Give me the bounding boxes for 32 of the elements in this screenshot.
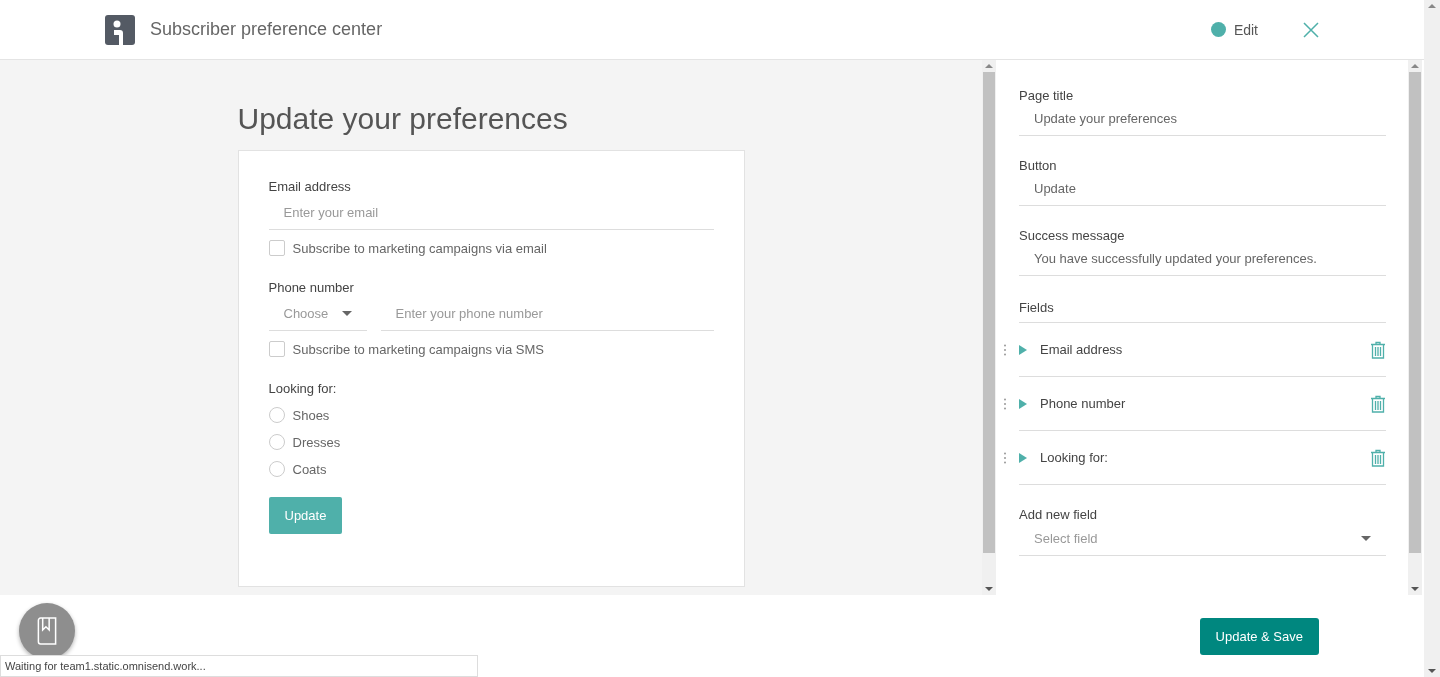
edit-toggle[interactable]: Edit [1210,21,1258,38]
radio-label: Shoes [292,407,330,423]
status-bar: Waiting for team1.static.omnisend.work... [0,655,478,677]
logo-icon [105,14,135,45]
checkbox[interactable] [268,240,285,256]
field-name: Phone number [1040,396,1127,411]
section-heading: Fields [1019,300,1386,323]
app-title: Subscriber preference center [150,19,383,40]
setting-label: Success message [1019,228,1126,243]
expand-arrow-icon[interactable] [1019,344,1027,355]
close-icon[interactable] [1303,21,1319,38]
trash-icon[interactable] [1370,340,1386,359]
trash-icon[interactable] [1370,448,1386,467]
setting-label: Page title [1019,88,1075,103]
radio-label: Coats [292,461,327,477]
page-heading: Update your preferences [237,102,569,137]
checkbox-label: Subscribe to marketing campaigns via SMS [292,341,544,357]
field-label: Email address [268,179,352,194]
field-name: Email address [1040,342,1124,357]
field-label: Looking for: [268,381,338,396]
expand-arrow-icon[interactable] [1019,398,1027,409]
bookmark-icon [36,617,58,645]
checkbox-label: Subscribe to marketing campaigns via email [292,240,547,256]
update-save-button[interactable]: Update & Save [1199,617,1319,655]
setting-label: Button [1019,158,1058,173]
expand-arrow-icon[interactable] [1019,452,1027,463]
setting-label: Add new field [1019,507,1099,522]
field-label: Phone number [268,280,355,295]
checkbox[interactable] [268,341,285,357]
radio-label: Dresses [292,434,341,450]
field-name: Looking for: [1040,450,1109,465]
trash-icon[interactable] [1370,394,1386,413]
